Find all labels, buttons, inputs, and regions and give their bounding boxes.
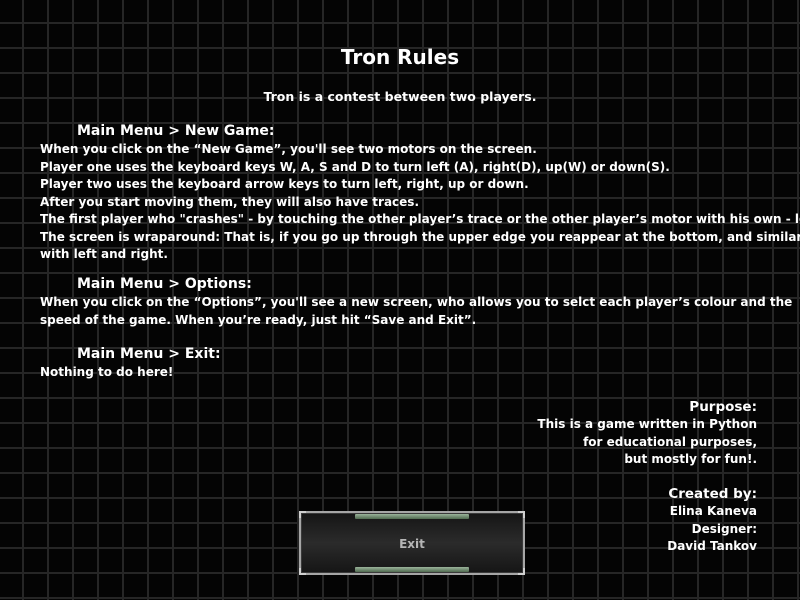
rule-line: Player one uses the keyboard keys W, A, …: [40, 159, 670, 174]
button-corner: [299, 568, 306, 575]
rule-line: The screen is wraparound: That is, if yo…: [40, 229, 800, 244]
purpose-heading: Purpose:: [689, 399, 757, 415]
section-exit: Main Menu > Exit: Nothing to do here!: [40, 345, 780, 382]
credits-line: David Tankov: [667, 539, 757, 553]
rule-line: Nothing to do here!: [40, 365, 174, 379]
credits-heading: Created by:: [668, 486, 757, 502]
purpose-line: for educational purposes,: [583, 434, 757, 449]
page-subtitle: Tron is a contest between two players.: [263, 89, 537, 104]
section-heading: Main Menu > Options:: [77, 276, 252, 292]
button-corner: [299, 511, 306, 518]
button-glow-bar: [355, 514, 469, 519]
credits-line: Elina Kaneva: [669, 504, 757, 518]
rule-line: After you start moving them, they will a…: [40, 194, 420, 209]
rules-screen: Tron Rules Tron is a contest between two…: [0, 0, 800, 600]
credits-line: Designer:: [691, 521, 757, 536]
rule-line: with left and right.: [40, 247, 168, 261]
page-title: Tron Rules: [340, 45, 460, 69]
button-glow-bar: [355, 567, 469, 572]
section-heading: Main Menu > New Game:: [77, 123, 275, 139]
purpose-line: This is a game written in Python: [537, 417, 757, 431]
exit-button[interactable]: Exit: [299, 511, 525, 575]
credits-block: Created by: Elina Kaneva Designer: David…: [667, 485, 757, 556]
rule-line: When you click on the “New Game”, you'll…: [40, 142, 537, 156]
section-heading: Main Menu > Exit:: [77, 346, 221, 362]
rule-line: When you click on the “Options”, you'll …: [40, 295, 793, 309]
button-corner: [518, 568, 525, 575]
purpose-block: Purpose: This is a game written in Pytho…: [537, 398, 757, 469]
exit-button-label: Exit: [399, 537, 425, 551]
section-new-game: Main Menu > New Game: When you click on …: [40, 122, 800, 264]
rule-line: speed of the game. When you’re ready, ju…: [40, 312, 477, 327]
rule-line: The first player who "crashes" - by touc…: [40, 212, 800, 226]
section-options: Main Menu > Options: When you click on t…: [40, 275, 793, 329]
purpose-line: but mostly for fun!.: [624, 452, 757, 466]
button-corner: [518, 511, 525, 518]
rule-line: Player two uses the keyboard arrow keys …: [40, 177, 529, 191]
